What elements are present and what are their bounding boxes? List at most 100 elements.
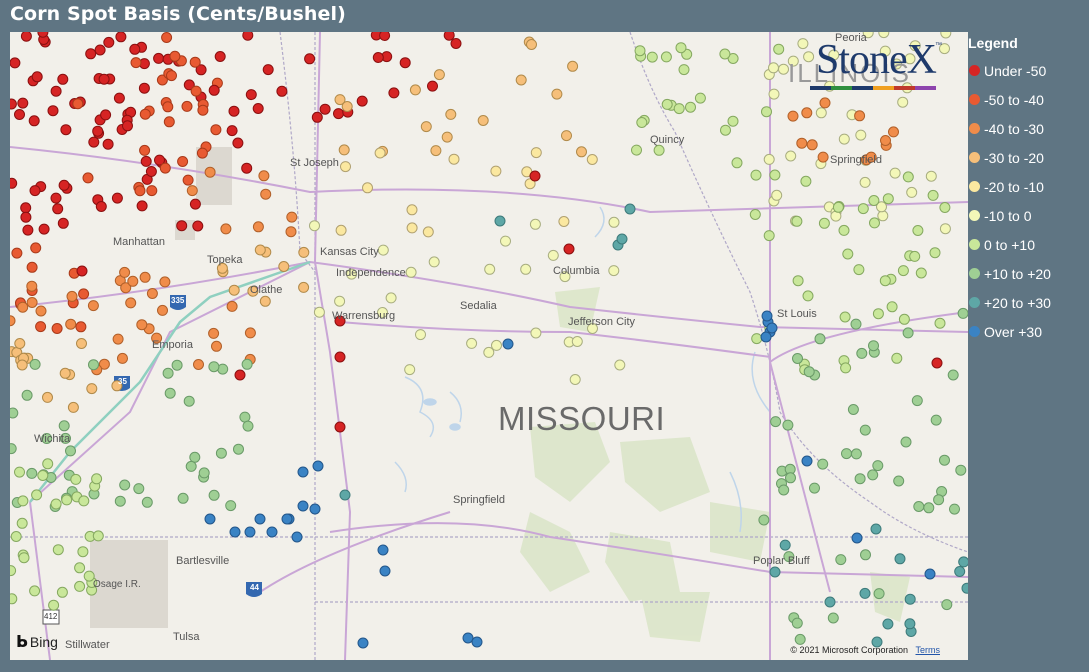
basis-point[interactable] [297,466,309,478]
basis-point[interactable] [850,318,862,330]
basis-point[interactable] [377,244,389,256]
basis-point[interactable] [857,203,869,215]
basis-point[interactable] [262,64,274,76]
basis-point[interactable] [177,156,189,167]
basis-point[interactable] [840,362,852,374]
basis-point[interactable] [888,126,899,138]
basis-point[interactable] [720,124,731,136]
basis-point[interactable] [146,185,158,197]
basis-point[interactable] [898,313,910,325]
basis-point[interactable] [61,494,73,506]
basis-point[interactable] [801,107,813,119]
basis-point[interactable] [304,53,316,65]
basis-point[interactable] [791,617,803,629]
basis-point[interactable] [608,265,620,277]
basis-point[interactable] [634,45,646,57]
basis-point[interactable] [415,329,426,341]
basis-point[interactable] [872,460,884,472]
basis-point[interactable] [882,618,894,630]
basis-point[interactable] [259,295,271,307]
basis-point[interactable] [78,495,90,507]
basis-point[interactable] [334,421,346,433]
basis-point[interactable] [422,226,434,238]
basis-point[interactable] [939,454,950,466]
basis-point[interactable] [86,383,98,395]
basis-point[interactable] [159,276,171,288]
basis-point[interactable] [208,489,220,501]
basis-point[interactable] [335,224,347,236]
basis-point[interactable] [139,144,151,156]
basis-point[interactable] [409,84,421,96]
basis-point[interactable] [547,249,559,261]
basis-point[interactable] [48,599,60,611]
basis-point[interactable] [853,264,865,276]
basis-point[interactable] [771,189,783,201]
basis-point[interactable] [266,526,278,538]
basis-point[interactable] [214,51,226,62]
basis-point[interactable] [10,407,19,419]
basis-point[interactable] [111,192,123,204]
basis-point[interactable] [636,117,648,128]
basis-point[interactable] [75,321,87,333]
basis-point[interactable] [915,267,927,279]
basis-point[interactable] [749,209,761,220]
basis-point[interactable] [443,32,455,41]
basis-point[interactable] [38,223,50,235]
basis-point[interactable] [678,64,690,76]
basis-point[interactable] [800,175,812,187]
basis-point[interactable] [10,315,16,327]
basis-point[interactable] [803,366,815,378]
basis-point[interactable] [338,144,350,156]
basis-point[interactable] [685,101,696,113]
basis-point[interactable] [941,599,953,611]
basis-point[interactable] [385,292,397,304]
basis-point[interactable] [57,217,69,229]
basis-point[interactable] [839,311,851,323]
basis-point[interactable] [211,340,222,352]
basis-point[interactable] [502,338,514,350]
basis-point[interactable] [441,131,453,143]
basis-point[interactable] [139,108,151,120]
basis-point[interactable] [616,233,628,245]
legend-item[interactable]: +20 to +30 [968,288,1086,317]
basis-point[interactable] [204,513,216,525]
basis-point[interactable] [731,157,743,169]
basis-point[interactable] [911,395,923,407]
basis-point[interactable] [181,100,193,112]
legend-item[interactable]: Under -50 [968,56,1086,85]
basis-point[interactable] [10,443,17,455]
basis-point[interactable] [74,580,86,592]
basis-point[interactable] [860,549,871,561]
basis-point[interactable] [954,566,966,577]
basis-point[interactable] [675,42,687,54]
basis-point[interactable] [934,317,946,329]
basis-point[interactable] [31,489,43,501]
basis-point[interactable] [947,369,959,381]
basis-point[interactable] [769,169,781,181]
basis-point[interactable] [867,469,879,481]
basis-point[interactable] [818,217,830,229]
basis-point[interactable] [177,492,189,504]
basis-point[interactable] [78,288,90,300]
basis-point[interactable] [228,284,240,296]
basis-point[interactable] [827,612,839,624]
basis-point[interactable] [242,420,254,432]
basis-point[interactable] [430,145,442,157]
basis-point[interactable] [42,458,54,470]
basis-point[interactable] [334,295,346,307]
basis-point[interactable] [87,300,99,312]
basis-point[interactable] [26,297,38,308]
basis-map[interactable]: 335 35 44 412 St Joseph Manhattan Topeka… [10,32,968,660]
basis-point[interactable] [847,404,859,415]
basis-point[interactable] [21,389,33,401]
basis-point[interactable] [37,470,49,481]
basis-point[interactable] [868,340,879,352]
basis-point[interactable] [879,275,891,287]
basis-point[interactable] [50,85,62,97]
basis-point[interactable] [258,170,270,182]
basis-point[interactable] [241,358,253,370]
basis-point[interactable] [694,92,706,104]
basis-point[interactable] [153,52,165,64]
basis-point[interactable] [339,489,351,501]
basis-point[interactable] [29,358,41,370]
